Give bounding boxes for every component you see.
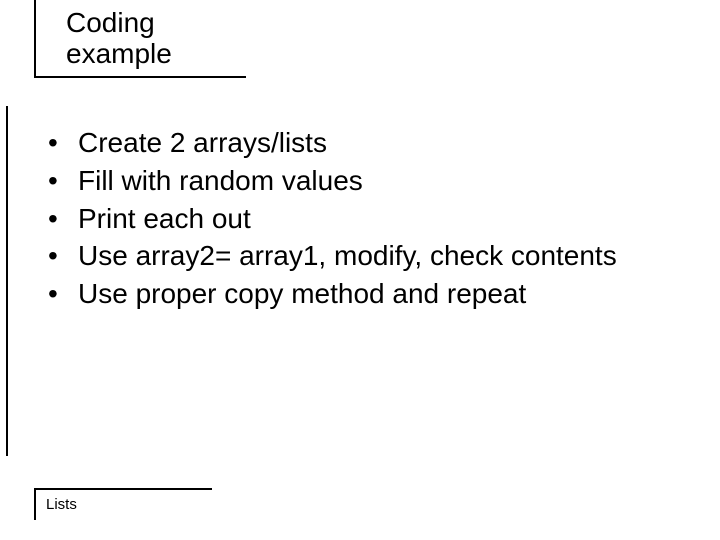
footer-label: Lists: [46, 496, 212, 513]
list-item: Create 2 arrays/lists: [44, 124, 690, 162]
title-line-1: Coding: [66, 7, 155, 38]
list-item: Use proper copy method and repeat: [44, 275, 690, 313]
footer-container: Lists: [34, 488, 212, 520]
bullet-list: Create 2 arrays/lists Fill with random v…: [44, 124, 690, 313]
bullet-text: Create 2 arrays/lists: [78, 127, 327, 158]
content-area: Create 2 arrays/lists Fill with random v…: [44, 124, 690, 313]
list-item: Print each out: [44, 200, 690, 238]
bullet-text: Print each out: [78, 203, 251, 234]
bullet-text: Use array2= array1, modify, check conten…: [78, 240, 617, 271]
list-item: Use array2= array1, modify, check conten…: [44, 237, 690, 275]
bullet-text: Fill with random values: [78, 165, 363, 196]
title-line-2: example: [66, 38, 172, 69]
vertical-rule: [6, 106, 8, 456]
list-item: Fill with random values: [44, 162, 690, 200]
title-container: Coding example: [34, 0, 246, 78]
slide-title: Coding example: [66, 8, 246, 70]
bullet-text: Use proper copy method and repeat: [78, 278, 526, 309]
